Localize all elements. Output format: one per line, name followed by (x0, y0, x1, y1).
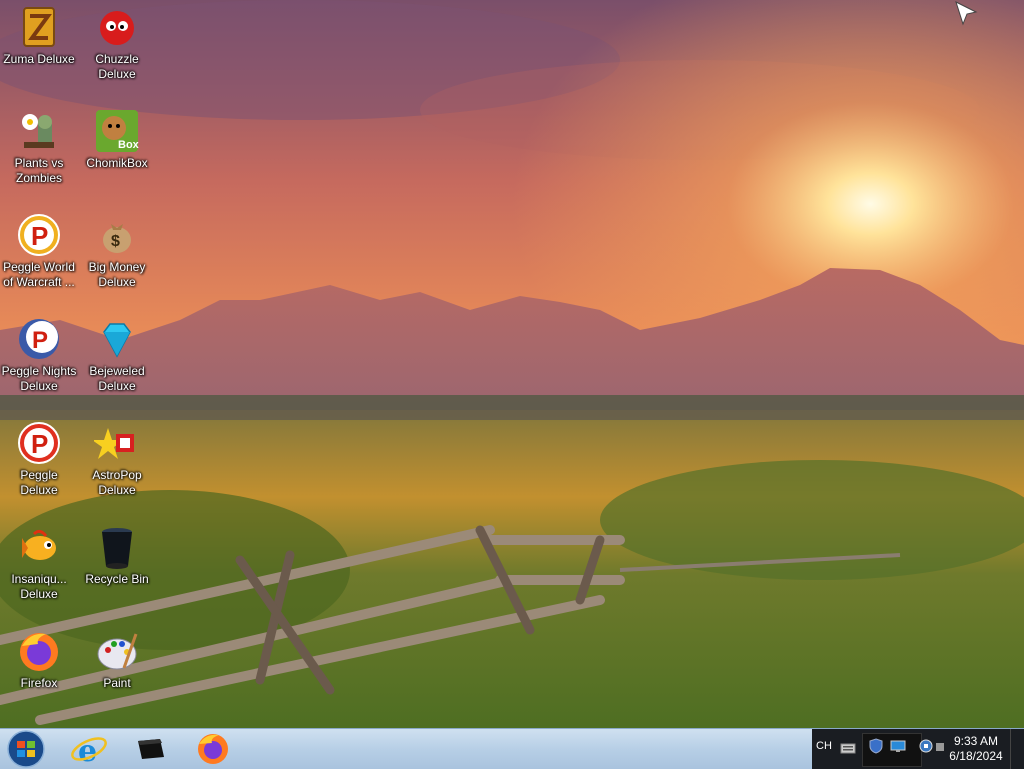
desktop-icon-astropop-deluxe[interactable]: AstroPop Deluxe (78, 420, 156, 498)
desktop-icon-big-money-deluxe[interactable]: $ Big Money Deluxe (78, 212, 156, 290)
network-icon[interactable] (918, 738, 934, 754)
mouse-cursor-icon (955, 1, 978, 26)
svg-text:P: P (32, 327, 48, 354)
icon-label: Paint (103, 676, 131, 690)
desktop-icon-bejeweled-deluxe[interactable]: Bejeweled Deluxe (78, 316, 156, 394)
chomik-badge-text: Box (118, 139, 140, 151)
volume-icon[interactable] (936, 741, 944, 753)
chuzzle-icon (100, 11, 134, 45)
action-center-icon[interactable] (890, 738, 906, 754)
icon-label: ChomikBox (86, 156, 148, 170)
recycle-bin-icon (102, 528, 132, 569)
desktop-icon-paint[interactable]: Paint (78, 628, 156, 691)
astropop-icon (94, 428, 134, 459)
money-bag-icon: $ (103, 224, 131, 253)
peggle-icon: P (18, 214, 60, 256)
show-desktop-button[interactable] (1010, 729, 1024, 769)
keyboard-icon[interactable] (840, 741, 856, 755)
firefox-icon (20, 633, 58, 671)
money-symbol: $ (111, 233, 120, 250)
icon-label: Peggle Nights Deluxe (1, 364, 77, 393)
icon-label: Insaniqu... Deluxe (11, 572, 67, 601)
peggle-nights-icon: P (19, 319, 59, 359)
desktop-icon-insaniquarium-deluxe[interactable]: Insaniqu... Deluxe (0, 524, 78, 602)
fish-icon (22, 529, 56, 560)
taskbar-console-icon[interactable] (128, 731, 174, 767)
diamond-icon (103, 323, 131, 358)
language-indicator[interactable]: CH (816, 740, 832, 752)
svg-text:P: P (31, 221, 48, 251)
zuma-icon (23, 7, 55, 47)
svg-text:P: P (31, 429, 48, 459)
icon-label: Firefox (20, 676, 58, 690)
desktop-icon-peggle-world-of-warcraft[interactable]: P Peggle World of Warcraft ... (0, 212, 78, 290)
paint-palette-icon (97, 633, 138, 670)
clock-date: 6/18/2024 (949, 749, 1003, 763)
icon-label: Zuma Deluxe (3, 52, 75, 66)
icon-label: Peggle World of Warcraft ... (3, 260, 75, 289)
desktop-icon-peggle-deluxe[interactable]: P Peggle Deluxe (0, 420, 78, 498)
icon-label: AstroPop Deluxe (92, 468, 142, 497)
taskbar-internet-explorer-icon[interactable]: e (66, 731, 112, 767)
icon-label: Bejeweled Deluxe (89, 364, 145, 393)
peggle-icon: P (18, 422, 60, 464)
plants-vs-zombies-icon (22, 114, 54, 148)
taskbar-firefox-icon[interactable] (190, 731, 236, 767)
taskbar: e CH 9:33 AM 6/18/2024 (0, 728, 1024, 769)
system-tray: CH 9:33 AM 6/18/2024 (812, 729, 1010, 769)
icon-label: Chuzzle Deluxe (95, 52, 139, 81)
desktop-icon-plants-vs-zombies[interactable]: Plants vs Zombies (0, 108, 78, 186)
windows-logo-icon (17, 741, 25, 748)
desktop-icon-chomikbox[interactable]: Box ChomikBox (78, 108, 156, 171)
clock-time: 9:33 AM (953, 734, 999, 748)
icon-label: Recycle Bin (85, 572, 149, 586)
chomikbox-icon: Box (96, 110, 140, 152)
icon-label: Big Money Deluxe (88, 260, 146, 289)
icon-label: Peggle Deluxe (20, 468, 58, 497)
desktop-icon-recycle-bin[interactable]: Recycle Bin (78, 524, 156, 587)
desktop-icon-chuzzle-deluxe[interactable]: Chuzzle Deluxe (78, 4, 156, 82)
start-button[interactable] (4, 730, 48, 768)
desktop-icon-peggle-nights-deluxe[interactable]: P Peggle Nights Deluxe (0, 316, 78, 394)
desktop-icon-firefox[interactable]: Firefox (0, 628, 78, 691)
taskbar-clock[interactable]: 9:33 AM 6/18/2024 (946, 734, 1006, 764)
icon-label: Plants vs Zombies (14, 156, 64, 185)
security-shield-icon[interactable] (868, 738, 884, 754)
desktop-icon-zuma-deluxe[interactable]: Zuma Deluxe (0, 4, 78, 67)
